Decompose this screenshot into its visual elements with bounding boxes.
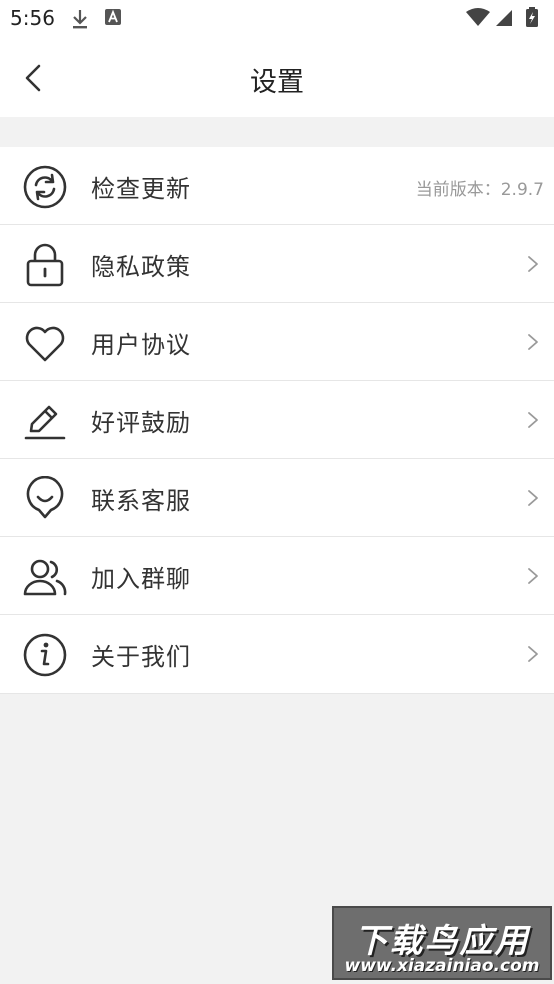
chevron-right-icon [528,256,538,272]
watermark-url: www.xiazainiao.com [344,956,540,976]
settings-item-rate-us[interactable]: 好评鼓励 [0,381,554,459]
chevron-right-icon [528,646,538,662]
customer-service-icon [26,476,64,519]
app-header: 设置 [0,38,554,117]
settings-item-privacy-policy[interactable]: 隐私政策 [0,225,554,303]
settings-item-label: 联系客服 [91,487,191,515]
settings-item-label: 隐私政策 [91,253,191,281]
status-indicators [466,7,538,27]
download-icon [73,10,87,29]
info-icon [23,633,67,677]
chevron-right-icon [528,490,538,506]
signal-icon [496,10,512,26]
settings-item-user-agreement[interactable]: 用户协议 [0,303,554,381]
pencil-icon [24,405,66,440]
page-title: 设置 [250,67,304,98]
refresh-icon [23,165,67,209]
chevron-right-icon [528,412,538,428]
users-icon [23,559,67,596]
battery-icon [526,7,538,27]
wifi-icon [466,8,490,26]
settings-item-label: 用户协议 [91,331,191,359]
site-watermark: 下载鸟应用 www.xiazainiao.com [332,906,552,980]
chevron-right-icon [528,568,538,584]
settings-item-join-group[interactable]: 加入群聊 [0,537,554,615]
settings-item-about-us[interactable]: 关于我们 [0,615,554,694]
lock-icon [26,243,64,287]
settings-item-check-update[interactable]: 检查更新 当前版本：2.9.7 [0,147,554,225]
settings-item-label: 好评鼓励 [91,409,191,437]
watermark-title: 下载鸟应用 [354,921,530,960]
settings-item-label: 关于我们 [91,643,191,671]
status-bar: 5:56 [0,0,554,38]
settings-item-label: 检查更新 [91,175,191,203]
status-time: 5:56 [10,6,55,30]
heart-icon [25,326,65,362]
current-version-text: 当前版本：2.9.7 [415,180,544,200]
keyboard-a-icon [105,9,121,25]
chevron-right-icon [528,334,538,350]
settings-item-label: 加入群聊 [91,565,191,593]
settings-list: 检查更新 当前版本：2.9.7 隐私政策 用户协议 好评鼓励 联系客服 加入群聊… [0,147,554,694]
settings-item-contact-support[interactable]: 联系客服 [0,459,554,537]
